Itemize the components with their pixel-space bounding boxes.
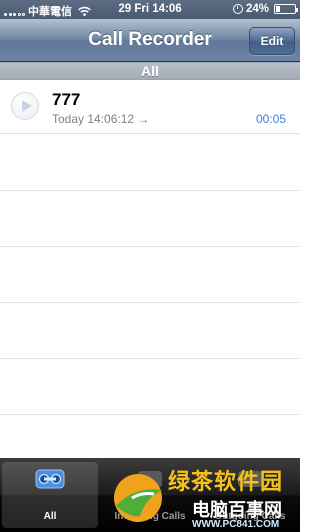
watermark: 绿茶软件园 电脑百事网 WWW.PC841.COM xyxy=(110,462,300,532)
watermark-url: WWW.PC841.COM xyxy=(192,519,280,530)
recording-row[interactable]: 777 Today 14:06:12 → 00:05 xyxy=(0,80,300,134)
recordings-list: 777 Today 14:06:12 → 00:05 xyxy=(0,80,300,458)
navigation-bar: Call Recorder Edit xyxy=(0,19,300,62)
row-divider xyxy=(0,358,300,359)
recording-number: 777 xyxy=(52,90,81,109)
battery-fill xyxy=(276,6,280,12)
play-icon[interactable] xyxy=(11,92,39,120)
row-divider xyxy=(0,190,300,191)
tab-all[interactable]: All xyxy=(2,462,98,528)
row-divider xyxy=(0,302,300,303)
battery-icon xyxy=(274,4,298,14)
recording-duration: 00:05 xyxy=(255,112,286,126)
tab-all-label: All xyxy=(43,511,57,522)
status-bar: 中華電信 29 Fri 14:06 24% xyxy=(0,0,300,19)
rotation-lock-icon xyxy=(232,4,243,14)
edit-button[interactable]: Edit xyxy=(249,27,295,55)
watermark-brand: 绿茶软件园 xyxy=(168,470,284,495)
section-header: All xyxy=(0,62,300,80)
status-right: 24% xyxy=(232,3,298,15)
watermark-logo-icon xyxy=(114,474,162,522)
row-divider xyxy=(0,246,300,247)
recording-timestamp: Today 14:06:12 → xyxy=(52,112,150,126)
row-divider xyxy=(0,414,300,415)
tape-icon xyxy=(35,469,65,489)
battery-percent: 24% xyxy=(245,3,269,15)
